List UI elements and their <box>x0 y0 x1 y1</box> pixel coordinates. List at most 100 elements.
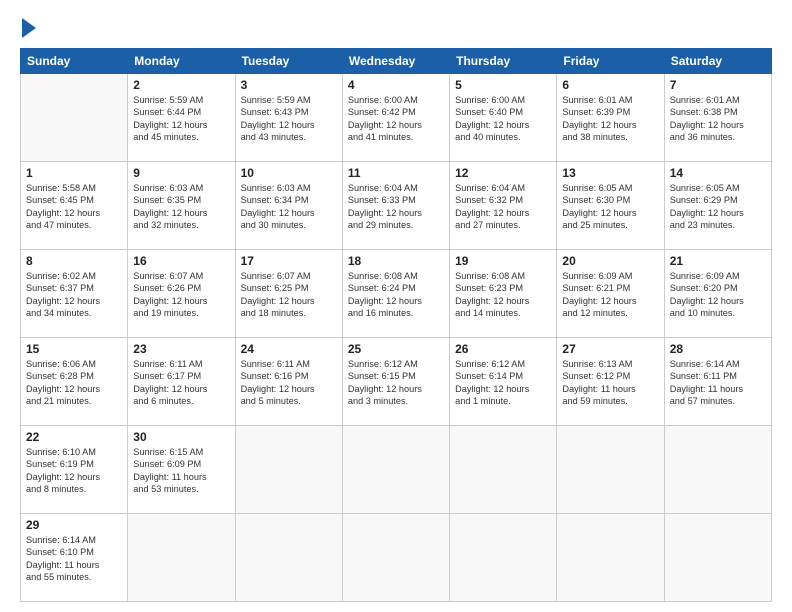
calendar-cell: 17Sunrise: 6:07 AM Sunset: 6:25 PM Dayli… <box>235 250 342 338</box>
calendar-cell <box>342 514 449 602</box>
day-number: 26 <box>455 342 551 356</box>
day-number: 14 <box>670 166 766 180</box>
calendar-cell: 9 Sunrise: 6:03 AM Sunset: 6:35 PM Daylig… <box>128 162 235 250</box>
day-number: 8 <box>26 254 122 268</box>
calendar-cell: 3Sunrise: 5:59 AM Sunset: 6:43 PM Daylig… <box>235 74 342 162</box>
calendar-week-row: 2 Sunrise: 5:59 AM Sunset: 6:44 PM Daylig… <box>21 74 772 162</box>
calendar-cell <box>342 426 449 514</box>
day-number: 9 <box>133 166 229 180</box>
calendar-cell: 6 Sunrise: 6:01 AM Sunset: 6:39 PM Daylig… <box>557 74 664 162</box>
calendar-table: SundayMondayTuesdayWednesdayThursdayFrid… <box>20 48 772 602</box>
day-number: 23 <box>133 342 229 356</box>
cell-content: Sunrise: 6:10 AM Sunset: 6:19 PM Dayligh… <box>26 446 122 496</box>
calendar-cell <box>128 514 235 602</box>
cell-content: Sunrise: 6:02 AM Sunset: 6:37 PM Dayligh… <box>26 270 122 320</box>
calendar-week-row: 8 Sunrise: 6:02 AM Sunset: 6:37 PM Daylig… <box>21 250 772 338</box>
day-number: 25 <box>348 342 444 356</box>
calendar-cell: 10 Sunrise: 6:03 AM Sunset: 6:34 PM Dayli… <box>235 162 342 250</box>
day-header-wednesday: Wednesday <box>342 49 449 74</box>
day-header-tuesday: Tuesday <box>235 49 342 74</box>
day-number: 21 <box>670 254 766 268</box>
day-number: 7 <box>670 78 766 92</box>
day-number: 30 <box>133 430 229 444</box>
cell-content: Sunrise: 6:14 AM Sunset: 6:10 PM Dayligh… <box>26 534 122 584</box>
cell-content: Sunrise: 6:11 AM Sunset: 6:16 PM Dayligh… <box>241 358 337 408</box>
cell-content: Sunrise: 6:06 AM Sunset: 6:28 PM Dayligh… <box>26 358 122 408</box>
calendar-cell <box>557 426 664 514</box>
day-number: 16 <box>133 254 229 268</box>
cell-content: Sunrise: 6:11 AM Sunset: 6:17 PM Dayligh… <box>133 358 229 408</box>
calendar-cell: 14 Sunrise: 6:05 AM Sunset: 6:29 PM Dayli… <box>664 162 771 250</box>
cell-content: Sunrise: 6:04 AM Sunset: 6:33 PM Dayligh… <box>348 182 444 232</box>
cell-content: Sunrise: 6:03 AM Sunset: 6:34 PM Dayligh… <box>241 182 337 232</box>
day-number: 17 <box>241 254 337 268</box>
calendar-cell: 13 Sunrise: 6:05 AM Sunset: 6:30 PM Dayli… <box>557 162 664 250</box>
day-number: 12 <box>455 166 551 180</box>
day-number: 13 <box>562 166 658 180</box>
calendar-cell: 15 Sunrise: 6:06 AM Sunset: 6:28 PM Dayli… <box>21 338 128 426</box>
calendar-cell: 23 Sunrise: 6:11 AM Sunset: 6:17 PM Dayli… <box>128 338 235 426</box>
calendar-cell: 1 Sunrise: 5:58 AM Sunset: 6:45 PM Daylig… <box>21 162 128 250</box>
calendar-cell: 29Sunrise: 6:14 AM Sunset: 6:10 PM Dayli… <box>21 514 128 602</box>
day-number: 6 <box>562 78 658 92</box>
cell-content: Sunrise: 6:09 AM Sunset: 6:21 PM Dayligh… <box>562 270 658 320</box>
cell-content: Sunrise: 6:12 AM Sunset: 6:15 PM Dayligh… <box>348 358 444 408</box>
day-number: 3 <box>241 78 337 92</box>
day-number: 19 <box>455 254 551 268</box>
calendar-cell: 21 Sunrise: 6:09 AM Sunset: 6:20 PM Dayli… <box>664 250 771 338</box>
calendar-week-row: 29Sunrise: 6:14 AM Sunset: 6:10 PM Dayli… <box>21 514 772 602</box>
calendar-cell: 28 Sunrise: 6:14 AM Sunset: 6:11 PM Dayli… <box>664 338 771 426</box>
cell-content: Sunrise: 6:14 AM Sunset: 6:11 PM Dayligh… <box>670 358 766 408</box>
page: SundayMondayTuesdayWednesdayThursdayFrid… <box>0 0 792 612</box>
day-number: 10 <box>241 166 337 180</box>
day-number: 18 <box>348 254 444 268</box>
calendar-cell: 2 Sunrise: 5:59 AM Sunset: 6:44 PM Daylig… <box>128 74 235 162</box>
day-header-thursday: Thursday <box>450 49 557 74</box>
logo-arrow-icon <box>22 18 36 38</box>
calendar-cell <box>664 426 771 514</box>
day-header-sunday: Sunday <box>21 49 128 74</box>
calendar-cell: 30Sunrise: 6:15 AM Sunset: 6:09 PM Dayli… <box>128 426 235 514</box>
cell-content: Sunrise: 6:05 AM Sunset: 6:29 PM Dayligh… <box>670 182 766 232</box>
logo <box>20 20 36 38</box>
calendar-cell <box>664 514 771 602</box>
calendar-week-row: 1 Sunrise: 5:58 AM Sunset: 6:45 PM Daylig… <box>21 162 772 250</box>
cell-content: Sunrise: 6:03 AM Sunset: 6:35 PM Dayligh… <box>133 182 229 232</box>
day-number: 5 <box>455 78 551 92</box>
calendar-cell: 8 Sunrise: 6:02 AM Sunset: 6:37 PM Daylig… <box>21 250 128 338</box>
day-number: 28 <box>670 342 766 356</box>
cell-content: Sunrise: 5:58 AM Sunset: 6:45 PM Dayligh… <box>26 182 122 232</box>
day-number: 20 <box>562 254 658 268</box>
cell-content: Sunrise: 6:01 AM Sunset: 6:39 PM Dayligh… <box>562 94 658 144</box>
calendar-cell: 16 Sunrise: 6:07 AM Sunset: 6:26 PM Dayli… <box>128 250 235 338</box>
calendar-cell <box>235 514 342 602</box>
day-header-monday: Monday <box>128 49 235 74</box>
calendar-cell: 12 Sunrise: 6:04 AM Sunset: 6:32 PM Dayli… <box>450 162 557 250</box>
day-number: 11 <box>348 166 444 180</box>
calendar-cell: 25 Sunrise: 6:12 AM Sunset: 6:15 PM Dayli… <box>342 338 449 426</box>
calendar-cell: 18Sunrise: 6:08 AM Sunset: 6:24 PM Dayli… <box>342 250 449 338</box>
calendar-cell: 24Sunrise: 6:11 AM Sunset: 6:16 PM Dayli… <box>235 338 342 426</box>
day-number: 15 <box>26 342 122 356</box>
cell-content: Sunrise: 6:09 AM Sunset: 6:20 PM Dayligh… <box>670 270 766 320</box>
day-number: 1 <box>26 166 122 180</box>
cell-content: Sunrise: 6:00 AM Sunset: 6:42 PM Dayligh… <box>348 94 444 144</box>
cell-content: Sunrise: 6:07 AM Sunset: 6:26 PM Dayligh… <box>133 270 229 320</box>
cell-content: Sunrise: 6:04 AM Sunset: 6:32 PM Dayligh… <box>455 182 551 232</box>
calendar-cell: 11 Sunrise: 6:04 AM Sunset: 6:33 PM Dayli… <box>342 162 449 250</box>
day-number: 27 <box>562 342 658 356</box>
day-number: 2 <box>133 78 229 92</box>
cell-content: Sunrise: 5:59 AM Sunset: 6:44 PM Dayligh… <box>133 94 229 144</box>
cell-content: Sunrise: 6:13 AM Sunset: 6:12 PM Dayligh… <box>562 358 658 408</box>
calendar-cell: 20 Sunrise: 6:09 AM Sunset: 6:21 PM Dayli… <box>557 250 664 338</box>
cell-content: Sunrise: 6:05 AM Sunset: 6:30 PM Dayligh… <box>562 182 658 232</box>
header <box>20 16 772 38</box>
calendar-cell: 26 Sunrise: 6:12 AM Sunset: 6:14 PM Dayli… <box>450 338 557 426</box>
cell-content: Sunrise: 6:12 AM Sunset: 6:14 PM Dayligh… <box>455 358 551 408</box>
calendar-cell: 5Sunrise: 6:00 AM Sunset: 6:40 PM Daylig… <box>450 74 557 162</box>
calendar-cell: 22 Sunrise: 6:10 AM Sunset: 6:19 PM Dayli… <box>21 426 128 514</box>
calendar-cell <box>557 514 664 602</box>
calendar-cell <box>235 426 342 514</box>
day-header-saturday: Saturday <box>664 49 771 74</box>
day-number: 22 <box>26 430 122 444</box>
